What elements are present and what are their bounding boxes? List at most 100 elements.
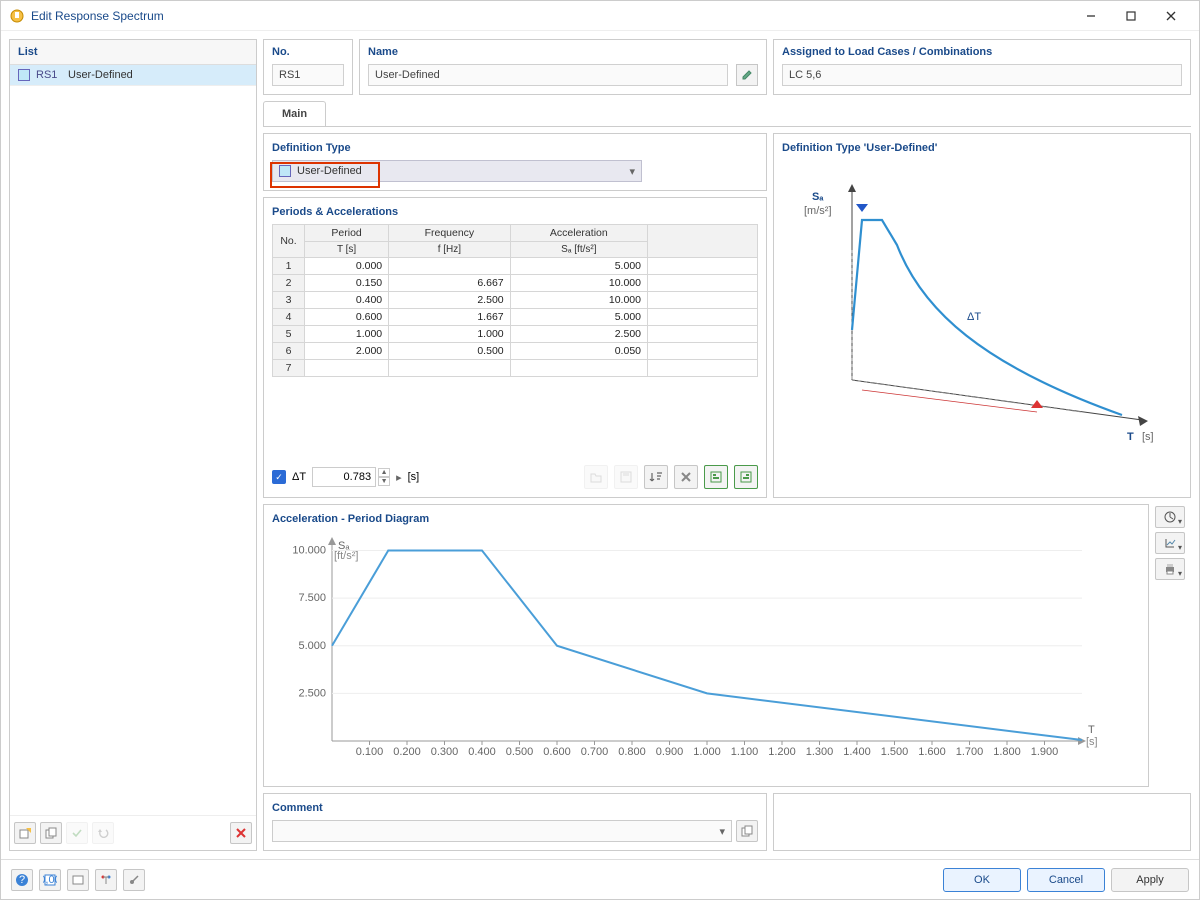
maximize-button[interactable] xyxy=(1111,2,1151,30)
dt-checkbox[interactable]: ✓ xyxy=(272,470,286,484)
cell-freq[interactable]: 0.500 xyxy=(389,343,510,360)
cell-freq[interactable]: 1.667 xyxy=(389,309,510,326)
units-button[interactable]: 0,00 xyxy=(39,869,61,891)
cell-acc[interactable]: 10.000 xyxy=(510,292,647,309)
svg-text:5.000: 5.000 xyxy=(298,640,326,652)
save-file-button xyxy=(614,465,638,489)
comment-title: Comment xyxy=(272,802,758,814)
preview-title: Definition Type 'User-Defined' xyxy=(782,142,1182,154)
preview-card: Definition Type 'User-Defined' xyxy=(773,133,1191,498)
cell-period[interactable]: 0.000 xyxy=(305,258,389,275)
chart-type-button[interactable] xyxy=(1155,506,1185,528)
name-input[interactable]: User-Defined xyxy=(368,64,728,86)
chart-axes-button[interactable] xyxy=(1155,532,1185,554)
comment-right-card xyxy=(773,793,1191,851)
number-label: No. xyxy=(272,46,344,58)
cell-freq[interactable]: 6.667 xyxy=(389,275,510,292)
copy-item-button[interactable] xyxy=(40,822,62,844)
svg-text:0.200: 0.200 xyxy=(393,746,421,758)
table-row-num: 5 xyxy=(273,326,305,343)
tabs: Main xyxy=(263,101,1191,127)
svg-text:1.600: 1.600 xyxy=(918,746,946,758)
svg-text:1.700: 1.700 xyxy=(956,746,984,758)
cell-freq[interactable] xyxy=(389,258,510,275)
dt-step-button[interactable]: ▸ xyxy=(396,471,402,484)
periods-title: Periods & Accelerations xyxy=(272,206,758,218)
svg-text:[s]: [s] xyxy=(1142,431,1154,443)
spin-down-icon[interactable]: ▼ xyxy=(378,477,390,486)
cell-period[interactable]: 1.000 xyxy=(305,326,389,343)
cell-period[interactable]: 0.400 xyxy=(305,292,389,309)
new-item-button[interactable] xyxy=(14,822,36,844)
cell-acc[interactable] xyxy=(510,360,647,377)
edit-name-button[interactable] xyxy=(736,64,758,86)
col-freq: Frequency xyxy=(389,225,510,242)
periods-card: Periods & Accelerations No. Period Frequ… xyxy=(263,197,767,498)
assigned-field-box: Assigned to Load Cases / Combinations LC… xyxy=(773,39,1191,95)
dt-bar: ✓ ΔT ▲▼ ▸ [s] xyxy=(272,459,758,489)
cell-acc[interactable]: 0.050 xyxy=(510,343,647,360)
chart-print-button[interactable] xyxy=(1155,558,1185,580)
close-button[interactable] xyxy=(1151,2,1191,30)
list-item-name: User-Defined xyxy=(68,69,133,81)
svg-text:1.800: 1.800 xyxy=(993,746,1021,758)
apply-button[interactable]: Apply xyxy=(1111,868,1189,892)
svg-text:1.000: 1.000 xyxy=(693,746,721,758)
definition-value: User-Defined xyxy=(297,165,362,177)
export-button[interactable] xyxy=(734,465,758,489)
col-period: Period xyxy=(305,225,389,242)
table-row-num: 7 xyxy=(273,360,305,377)
svg-text:0.300: 0.300 xyxy=(431,746,459,758)
svg-text:0.700: 0.700 xyxy=(581,746,609,758)
cell-period[interactable]: 2.000 xyxy=(305,343,389,360)
pin-button[interactable] xyxy=(123,869,145,891)
svg-text:2.500: 2.500 xyxy=(298,687,326,699)
delete-row-button[interactable] xyxy=(674,465,698,489)
svg-text:1.100: 1.100 xyxy=(731,746,759,758)
definition-select[interactable]: User-Defined ▾ xyxy=(272,160,642,182)
cell-freq[interactable] xyxy=(389,360,510,377)
cell-period[interactable]: 0.150 xyxy=(305,275,389,292)
view-button[interactable] xyxy=(67,869,89,891)
svg-text:?: ? xyxy=(19,874,25,886)
dt-input[interactable] xyxy=(312,467,376,487)
cell-freq[interactable]: 2.500 xyxy=(389,292,510,309)
svg-text:[ft/s²]: [ft/s²] xyxy=(334,550,358,562)
periods-table[interactable]: No. Period Frequency Acceleration T [s] … xyxy=(272,224,758,377)
cell-acc[interactable]: 2.500 xyxy=(510,326,647,343)
list-title: List xyxy=(10,40,256,65)
number-input[interactable]: RS1 xyxy=(272,64,344,86)
main-tab[interactable]: Main xyxy=(263,101,326,126)
help-button[interactable]: ? xyxy=(11,869,33,891)
list-item[interactable]: RS1 User-Defined xyxy=(10,65,256,86)
chevron-down-icon: ▾ xyxy=(719,825,725,838)
cell-acc[interactable]: 5.000 xyxy=(510,258,647,275)
table-row-num: 2 xyxy=(273,275,305,292)
ok-button[interactable]: OK xyxy=(943,868,1021,892)
spin-up-icon[interactable]: ▲ xyxy=(378,468,390,477)
comment-library-button[interactable] xyxy=(736,820,758,842)
svg-text:0.900: 0.900 xyxy=(656,746,684,758)
cell-period[interactable] xyxy=(305,360,389,377)
col-acc: Acceleration xyxy=(510,225,647,242)
chart-card: Acceleration - Period Diagram 2.5005.000… xyxy=(263,504,1149,787)
cell-acc[interactable]: 10.000 xyxy=(510,275,647,292)
svg-text:10.000: 10.000 xyxy=(292,545,326,557)
cell-freq[interactable]: 1.000 xyxy=(389,326,510,343)
titlebar: Edit Response Spectrum xyxy=(1,1,1199,31)
cell-period[interactable]: 0.600 xyxy=(305,309,389,326)
cancel-button[interactable]: Cancel xyxy=(1027,868,1105,892)
svg-text:Sₐ: Sₐ xyxy=(812,191,824,203)
svg-text:0.500: 0.500 xyxy=(506,746,534,758)
dt-spin[interactable]: ▲▼ xyxy=(312,467,390,487)
comment-combo[interactable]: ▾ xyxy=(272,820,732,842)
app-icon xyxy=(9,8,25,24)
delete-item-button[interactable] xyxy=(230,822,252,844)
tree-button[interactable] xyxy=(95,869,117,891)
import-button[interactable] xyxy=(704,465,728,489)
minimize-button[interactable] xyxy=(1071,2,1111,30)
sort-button[interactable] xyxy=(644,465,668,489)
cell-acc[interactable]: 5.000 xyxy=(510,309,647,326)
table-row-num: 4 xyxy=(273,309,305,326)
svg-text:T: T xyxy=(1088,724,1095,736)
